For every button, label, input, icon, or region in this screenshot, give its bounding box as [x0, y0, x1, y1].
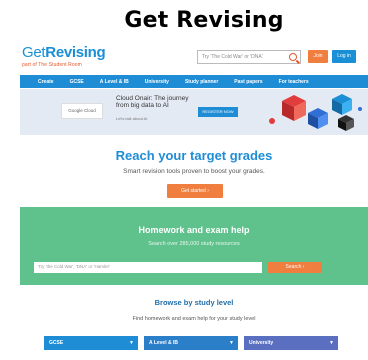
level-label: A Level & IB	[149, 340, 178, 346]
level-label: GCSE	[49, 340, 64, 346]
homework-search-input[interactable]: Try 'the Cold War', 'DNA' or 'Hamlet'	[34, 262, 262, 273]
nav-item-gcse[interactable]: GCSE	[70, 79, 84, 85]
getrevising-homepage: GetRevising part of The Student Room Try…	[20, 44, 368, 360]
join-button[interactable]: Join	[308, 50, 328, 63]
logo[interactable]: GetRevising part of The Student Room	[22, 44, 106, 69]
homework-title: Homework and exam help	[138, 225, 250, 235]
chevron-down-icon: ▼	[229, 340, 234, 346]
chevron-down-icon: ▼	[129, 340, 134, 346]
nav-item-study-planner[interactable]: Study planner	[185, 79, 218, 85]
ad-title: Cloud Onair: The journey from big data t…	[116, 95, 189, 109]
logo-main: Revising	[45, 44, 106, 61]
hero-title: Reach your target grades	[115, 148, 273, 163]
logo-wordmark: GetRevising	[22, 44, 106, 61]
homework-subtitle: Search over 285,000 study resources	[148, 241, 240, 247]
nav-item-for-teachers[interactable]: For teachers	[279, 79, 309, 85]
ad-banner[interactable]: Google Cloud Cloud Onair: The journey fr…	[20, 89, 368, 135]
homework-search-button[interactable]: Search ›	[268, 262, 322, 273]
ad-cube-graphic	[269, 94, 362, 131]
homework-help-section: Homework and exam help Search over 285,0…	[20, 207, 368, 285]
ad-small-text: Let's talk about AI	[116, 116, 148, 121]
ad-brand-logo: Google Cloud	[61, 103, 103, 119]
search-input[interactable]: Try 'The Cold War' or 'DNA'	[197, 50, 301, 64]
logo-subtitle: part of The Student Room	[22, 62, 82, 68]
logo-prefix: Get	[22, 44, 46, 61]
login-button[interactable]: Log in	[332, 50, 356, 63]
browse-title: Browse by study level	[154, 298, 234, 307]
level-select-university[interactable]: University ▼	[244, 336, 338, 350]
nav-item-past-papers[interactable]: Past papers	[234, 79, 262, 85]
main-nav: Create GCSE A Level & IB University Stud…	[20, 75, 368, 88]
nav-item-university[interactable]: University	[145, 79, 169, 85]
level-select-a-level[interactable]: A Level & IB ▼	[144, 336, 238, 350]
nav-item-create[interactable]: Create	[38, 79, 54, 85]
get-started-button[interactable]: Get started ›	[167, 184, 223, 198]
search-icon[interactable]	[289, 53, 297, 61]
level-select-gcse[interactable]: GCSE ▼	[44, 336, 138, 350]
search-placeholder: Try 'The Cold War' or 'DNA'	[202, 54, 263, 60]
chevron-down-icon: ▼	[329, 340, 334, 346]
site-header: GetRevising part of The Student Room Try…	[20, 44, 368, 74]
level-label: University	[249, 340, 274, 346]
nav-item-a-level[interactable]: A Level & IB	[100, 79, 129, 85]
ad-register-button[interactable]: REGISTER NOW	[198, 107, 238, 117]
image-caption: Get Revising	[124, 8, 284, 33]
browse-subtitle: Find homework and exam help for your stu…	[132, 316, 256, 322]
hero-subtitle: Smart revision tools proven to boost you…	[123, 168, 265, 175]
